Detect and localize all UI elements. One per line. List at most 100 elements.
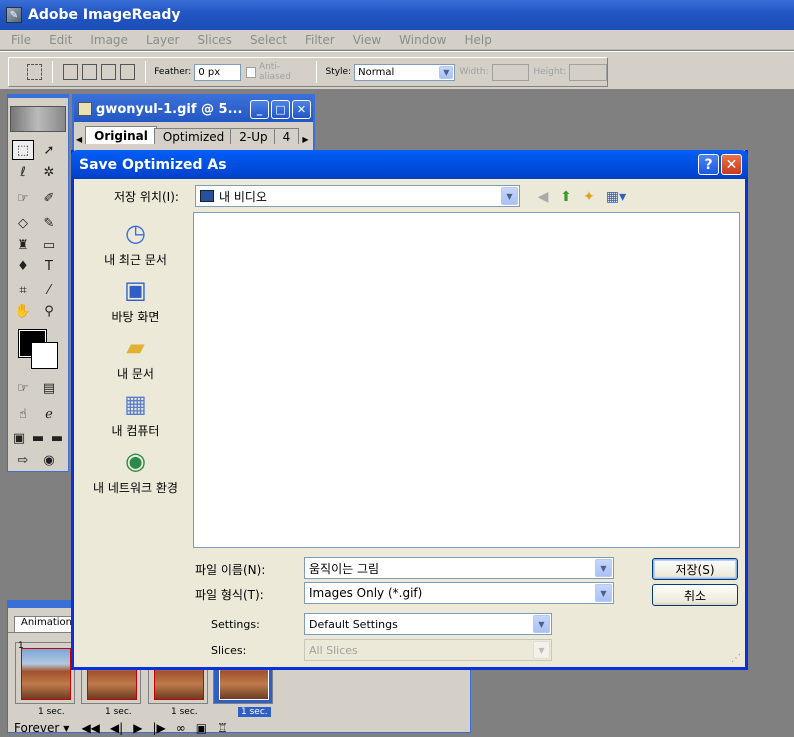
preview-browser-icon[interactable]: ℯ xyxy=(38,404,60,424)
slices-select[interactable]: All Slices ▼ xyxy=(304,639,552,661)
intersect-selection-icon[interactable] xyxy=(120,64,136,80)
step-forward-icon[interactable]: |▶ xyxy=(152,721,165,735)
frame-delay[interactable]: 1 sec. xyxy=(105,707,132,717)
animation-frame[interactable]: 1 xyxy=(15,641,75,704)
frame-delay[interactable]: 1 sec. xyxy=(38,707,65,717)
full-screen-icon[interactable]: ▬ xyxy=(48,428,66,448)
new-selection-icon[interactable] xyxy=(63,64,79,80)
menu-edit[interactable]: Edit xyxy=(38,33,79,47)
menu-slices[interactable]: Slices xyxy=(186,33,239,47)
save-in-select[interactable]: 내 비디오 ▼ xyxy=(195,185,520,207)
jump-to-photoshop-icon[interactable]: ⇨ xyxy=(12,450,34,470)
rollover-preview-icon[interactable]: ☝ xyxy=(12,404,34,424)
chevron-down-icon[interactable]: ▼ xyxy=(595,559,612,577)
brush-icon[interactable]: ✎ xyxy=(38,213,60,233)
play-icon[interactable]: ▶ xyxy=(133,721,142,735)
menu-select[interactable]: Select xyxy=(239,33,294,47)
photoshop-icon[interactable]: ◉ xyxy=(38,450,60,470)
menu-view[interactable]: View xyxy=(342,33,388,47)
place-my-computer[interactable]: ▦ 내 컴퓨터 xyxy=(85,389,186,445)
dialog-titlebar[interactable]: Save Optimized As ? ✕ xyxy=(71,150,748,179)
feather-input[interactable]: 0 px xyxy=(194,63,241,81)
menu-layer[interactable]: Layer xyxy=(135,33,186,47)
tab-4-up[interactable]: 4 xyxy=(273,128,300,144)
anti-aliased-checkbox[interactable] xyxy=(245,66,256,78)
eyedropper-icon[interactable]: ⁄ xyxy=(38,280,60,300)
frame-delay[interactable]: 1 sec. xyxy=(171,707,198,717)
frame-delay[interactable]: 1 sec. xyxy=(238,707,271,717)
chevron-down-icon[interactable]: ▼ xyxy=(501,187,518,205)
menu-window[interactable]: Window xyxy=(388,33,453,47)
paint-bucket-icon[interactable]: ♦ xyxy=(12,256,34,276)
image-map-icon[interactable]: ▤ xyxy=(38,378,60,398)
maximize-icon[interactable]: □ xyxy=(271,99,290,119)
subtract-selection-icon[interactable] xyxy=(101,64,117,80)
chevron-down-icon[interactable]: ▼ xyxy=(595,584,612,602)
tab-animation[interactable]: Animation xyxy=(14,616,79,632)
slice-tool-icon[interactable]: ✐ xyxy=(38,188,60,208)
save-button[interactable]: 저장(S) xyxy=(652,558,738,580)
move-tool-icon[interactable]: ➚ xyxy=(38,140,60,160)
stamp-icon[interactable]: ♜ xyxy=(12,235,34,255)
width-input[interactable] xyxy=(491,63,530,81)
loop-select[interactable]: Forever xyxy=(14,721,59,735)
rectangle-shape-icon[interactable]: ▭ xyxy=(38,235,60,255)
eraser-icon[interactable]: ◇ xyxy=(12,213,34,233)
marquee-tool-icon[interactable] xyxy=(27,64,43,80)
place-recent-documents[interactable]: ◷ 내 최근 문서 xyxy=(85,218,186,274)
document-titlebar[interactable]: gwonyul-1.gif @ 5... _ □ ✕ xyxy=(74,96,313,122)
style-value: Normal xyxy=(358,66,395,78)
tab-optimized[interactable]: Optimized xyxy=(153,128,234,144)
crop-icon[interactable]: ⌗ xyxy=(12,280,34,300)
new-folder-icon[interactable]: ✦ xyxy=(580,188,598,206)
help-icon[interactable]: ? xyxy=(698,154,719,175)
style-select[interactable]: Normal ▼ xyxy=(354,63,456,81)
settings-select[interactable]: Default Settings ▼ xyxy=(304,613,552,635)
close-icon[interactable]: ✕ xyxy=(721,154,742,175)
tab-original[interactable]: Original xyxy=(85,126,157,144)
toggle-slices-icon[interactable]: ☞ xyxy=(12,378,34,398)
standard-screen-icon[interactable]: ▣ xyxy=(10,428,28,448)
chevron-down-icon[interactable]: ▼ xyxy=(533,641,550,659)
step-back-icon[interactable]: ◀| xyxy=(110,721,123,735)
height-input[interactable] xyxy=(569,63,607,81)
tween-icon[interactable]: ∞ xyxy=(176,721,186,735)
file-list[interactable] xyxy=(193,212,740,548)
scroll-right-icon[interactable]: ▶ xyxy=(302,135,308,144)
full-screen-menu-icon[interactable]: ▬ xyxy=(29,428,47,448)
filename-input[interactable]: 움직이는 그림 ▼ xyxy=(304,557,614,579)
zoom-icon[interactable]: ⚲ xyxy=(38,301,60,321)
menu-help[interactable]: Help xyxy=(454,33,499,47)
scroll-left-icon[interactable]: ◀ xyxy=(76,135,82,144)
background-color-swatch[interactable] xyxy=(31,342,58,369)
chevron-down-icon[interactable]: ▼ xyxy=(63,724,69,733)
hand-icon[interactable]: ✋ xyxy=(12,301,34,321)
close-icon[interactable]: ✕ xyxy=(292,99,311,119)
type-tool-icon[interactable]: T xyxy=(38,256,60,276)
add-selection-icon[interactable] xyxy=(82,64,98,80)
magic-wand-icon[interactable]: ✲ xyxy=(38,162,60,182)
new-frame-icon[interactable]: ▣ xyxy=(196,721,207,735)
rectangle-marquee-icon[interactable]: ⬚ xyxy=(12,140,34,160)
menu-image[interactable]: Image xyxy=(79,33,135,47)
menu-filter[interactable]: Filter xyxy=(294,33,342,47)
slice-select-icon[interactable]: ☞ xyxy=(12,188,34,208)
place-my-documents[interactable]: ▰ 내 문서 xyxy=(85,332,186,388)
lasso-icon[interactable]: ℓ xyxy=(12,162,34,182)
view-menu-icon[interactable]: ▦▾ xyxy=(604,188,628,206)
up-folder-icon[interactable]: ⬆ xyxy=(557,188,575,206)
save-in-label: 저장 위치(I): xyxy=(114,190,179,204)
place-network[interactable]: ◉ 내 네트워크 환경 xyxy=(85,446,186,502)
cancel-button[interactable]: 취소 xyxy=(652,584,738,606)
trash-icon[interactable]: ♖ xyxy=(217,721,228,735)
resize-grip-icon[interactable]: ⋰ xyxy=(731,653,743,665)
minimize-icon[interactable]: _ xyxy=(250,99,269,119)
chevron-down-icon[interactable]: ▼ xyxy=(533,615,550,633)
chevron-down-icon[interactable]: ▼ xyxy=(439,65,454,79)
filetype-select[interactable]: Images Only (*.gif) ▼ xyxy=(304,582,614,604)
place-desktop[interactable]: ▣ 바탕 화면 xyxy=(85,275,186,331)
back-icon[interactable]: ◀ xyxy=(534,188,552,206)
rewind-icon[interactable]: ◀◀ xyxy=(81,721,99,735)
tab-2-up[interactable]: 2-Up xyxy=(230,128,277,144)
menu-file[interactable]: File xyxy=(0,33,38,47)
